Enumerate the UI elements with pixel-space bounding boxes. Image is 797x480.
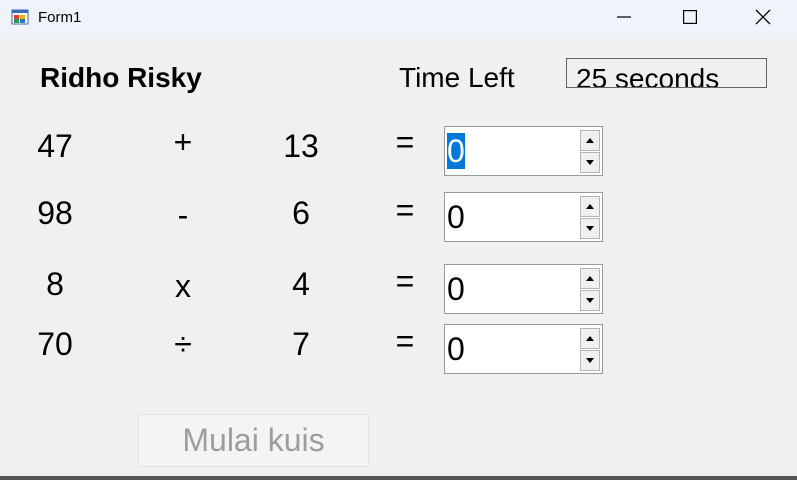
problem-1-left-operand: 47 [37, 128, 73, 164]
problem-4-left-operand: 70 [37, 326, 73, 362]
problem-2-spin-up-button[interactable] [580, 196, 600, 217]
window-bottom-edge [0, 476, 797, 480]
minimize-button[interactable] [594, 0, 654, 34]
spin-down-icon [586, 358, 594, 363]
spin-up-icon [586, 336, 594, 341]
minimize-icon [617, 16, 631, 18]
problem-1-spin-down-button[interactable] [580, 152, 600, 173]
form-client-area [0, 38, 797, 480]
problem-4-equals: = [395, 323, 415, 359]
problem-3-equals: = [395, 263, 415, 299]
problem-3-spin-down-button[interactable] [580, 290, 600, 311]
spin-down-icon [586, 160, 594, 165]
problem-2-left-operand: 98 [37, 195, 73, 231]
problem-4-operator: ÷ [174, 326, 192, 362]
title-bar[interactable]: Form1 [0, 0, 797, 38]
problem-4-right-operand: 7 [292, 326, 310, 362]
window-title: Form1 [38, 9, 82, 26]
problem-3-left-operand: 8 [46, 266, 64, 302]
problem-2-right-operand: 6 [292, 195, 310, 231]
start-quiz-button[interactable]: Mulai kuis [138, 414, 369, 467]
spin-up-icon [586, 138, 594, 143]
spin-up-icon [586, 204, 594, 209]
problem-2-equals: = [395, 192, 415, 228]
problem-1-operator: + [173, 124, 193, 160]
problem-4-answer-stepper[interactable]: 0 [444, 324, 603, 374]
time-left-label: Time Left [399, 62, 515, 93]
problem-4-answer-value[interactable]: 0 [447, 331, 465, 367]
maximize-button[interactable] [660, 0, 720, 34]
problem-2-operator: - [177, 197, 189, 233]
maximize-icon [683, 10, 697, 24]
problem-1-right-operand: 13 [283, 128, 319, 164]
problem-4-spin-up-button[interactable] [580, 328, 600, 349]
problem-2-spin-down-button[interactable] [580, 218, 600, 239]
player-name-label: Ridho Risky [40, 62, 202, 93]
problem-2-answer-value[interactable]: 0 [447, 199, 465, 235]
problem-1-spin-up-button[interactable] [580, 130, 600, 151]
app-window: Form1 Ridho Risky Time Left 25 seconds 4… [0, 0, 797, 480]
close-icon [755, 9, 771, 25]
problem-3-right-operand: 4 [292, 266, 310, 302]
winforms-app-icon [11, 9, 29, 25]
problem-4-spin-down-button[interactable] [580, 350, 600, 371]
close-button[interactable] [733, 0, 793, 34]
time-left-display: 25 seconds [566, 58, 767, 88]
problem-3-operator: x [175, 268, 191, 304]
problem-3-answer-stepper[interactable]: 0 [444, 264, 603, 314]
problem-1-equals: = [395, 124, 415, 160]
problem-3-spin-up-button[interactable] [580, 268, 600, 289]
spin-up-icon [586, 276, 594, 281]
spin-down-icon [586, 226, 594, 231]
problem-1-answer-value[interactable]: 0 [447, 133, 465, 169]
time-left-value: 25 seconds [576, 63, 720, 88]
problem-3-answer-value[interactable]: 0 [447, 271, 465, 307]
problem-1-answer-stepper[interactable]: 0 [444, 126, 603, 176]
spin-down-icon [586, 298, 594, 303]
problem-2-answer-stepper[interactable]: 0 [444, 192, 603, 242]
